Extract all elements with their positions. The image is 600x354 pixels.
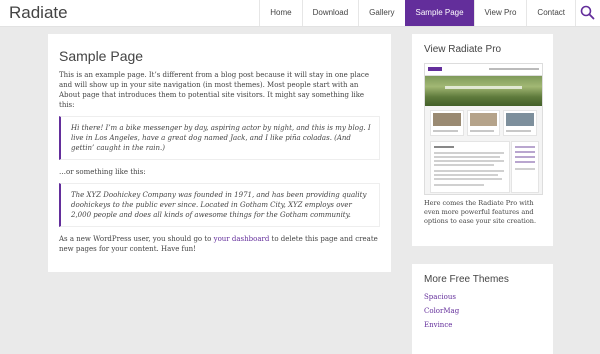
nav-item-download[interactable]: Download [301,0,359,26]
outro-text-before: As a new WordPress user, you should go t… [59,235,214,243]
nav-item-view-pro[interactable]: View Pro [473,0,527,26]
nav-item-sample-page[interactable]: Sample Page [404,0,474,26]
nav-item-gallery[interactable]: Gallery [358,0,404,26]
theme-link-envince[interactable]: Envince [424,321,541,329]
nav-item-home[interactable]: Home [259,0,301,26]
pro-description: Here comes the Radiate Pro with even mor… [424,199,537,225]
main-content: Sample Page This is an example page. It’… [48,34,391,272]
widget-title: More Free Themes [424,274,509,285]
widget-title: View Radiate Pro [424,44,502,55]
intro-paragraph: This is an example page. It’s different … [59,71,369,109]
nav-item-contact[interactable]: Contact [526,0,575,26]
theme-link-spacious[interactable]: Spacious [424,293,541,301]
site-title[interactable]: Radiate [9,3,68,23]
dashboard-link[interactable]: your dashboard [214,235,270,243]
blockquote-bike-messenger: Hi there! I’m a bike messenger by day, a… [59,116,380,160]
widget-view-pro: View Radiate Pro Here comes the Radiate … [412,34,553,246]
page-title: Sample Page [59,48,144,64]
site-header: Radiate Home Download Gallery Sample Pag… [0,0,600,27]
quote-text: Hi there! I’m a bike messenger by day, a… [71,124,371,152]
search-button[interactable] [575,0,600,26]
widget-more-free-themes: More Free Themes Spacious ColorMag Envin… [412,264,553,354]
outro-paragraph: As a new WordPress user, you should go t… [59,234,380,254]
radiate-pro-preview-image[interactable] [424,63,543,195]
blockquote-doohickey: The XYZ Doohickey Company was founded in… [59,183,380,227]
theme-link-colormag[interactable]: ColorMag [424,307,541,315]
quote-text: The XYZ Doohickey Company was founded in… [71,191,367,219]
main-navigation: Home Download Gallery Sample Page View P… [259,0,600,26]
search-icon [580,5,595,20]
or-paragraph: …or something like this: [59,168,146,176]
